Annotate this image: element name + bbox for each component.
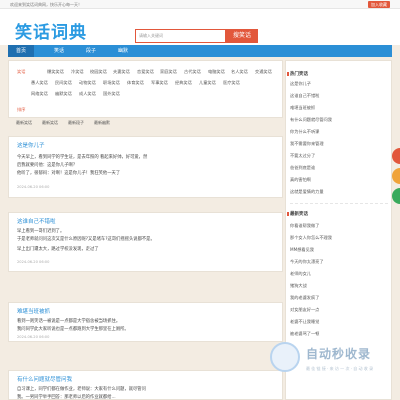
filter-item[interactable]: 医疗笑话 — [223, 80, 240, 86]
sidebar-link[interactable]: 爸爸到底是谁 — [290, 165, 315, 171]
joke-text: 今天早上，看到同学的学生证，是去年照的 看起来好帅，好可爱，然 — [17, 155, 148, 160]
filter-item[interactable]: 电脑笑话 — [208, 69, 225, 75]
sidebar-divider — [290, 203, 388, 204]
filter-item[interactable]: 成人笑话 — [79, 91, 96, 97]
joke-card: 这是你儿子 今天早上，看到同学的学生证，是去年照的 看起来好帅，好可爱，然 后我… — [8, 136, 283, 198]
filter-item[interactable]: 民间笑话 — [55, 80, 72, 86]
joke-meta: 2024-06-20 06:00 — [17, 260, 50, 264]
filter-item[interactable]: 校园笑话 — [90, 69, 107, 75]
joke-text: 我。一男同学举手回答：那老师以后的作业就都给... — [17, 395, 116, 400]
watermark: 自动秒收录 最 佳 链 接 · 来 访 一 次 · 自 动 收 录 — [270, 340, 390, 380]
sort-label: 排序 — [17, 107, 26, 112]
site-logo[interactable]: 笑话词典 — [15, 18, 87, 43]
filter-item[interactable]: 夫妻笑话 — [113, 69, 130, 75]
joke-card: 难堪当班被抓 看到一则笑话一被说是一点都是大学宿舍被当场抓住。 我问同学此大家听… — [8, 302, 283, 342]
sidebar-link[interactable]: 你为什么不听课 — [290, 129, 319, 135]
nav-tab-duanzi[interactable]: 段子 — [78, 45, 104, 57]
filter-item[interactable]: 古代笑话 — [184, 69, 201, 75]
joke-meta: 2024-06-20 06:00 — [17, 335, 50, 339]
sidebar-link[interactable]: 我不需要你来管理 — [290, 141, 324, 147]
sidebar-link[interactable]: 老师的女儿 — [290, 271, 311, 277]
sidebar-link[interactable]: 你看谁帮我做了 — [290, 223, 319, 229]
sidebar-link[interactable]: 猪狗大战 — [290, 283, 307, 289]
sidebar-link[interactable]: 那个女人你怎么不理我 — [290, 235, 332, 241]
filter-item[interactable]: 家庭笑话 — [160, 69, 177, 75]
sidebar-link[interactable]: 被老婆骂了一顿 — [290, 331, 319, 337]
filter-item[interactable]: 冷笑话 — [71, 69, 84, 75]
filter-item[interactable]: 动物笑话 — [79, 80, 96, 86]
filter-item[interactable]: 军事笑话 — [151, 80, 168, 86]
filter-item[interactable]: 愚人笑话 — [31, 80, 48, 86]
sidebar-link[interactable]: 这就是爱情的力量 — [290, 189, 324, 195]
qq-share-icon[interactable] — [392, 168, 400, 184]
top-bar: 欢迎来到笑话词典网，快乐开心每一天！ 加入收藏 — [0, 0, 400, 9]
sort-item[interactable]: 最新段子 — [68, 120, 84, 126]
search-button[interactable]: 搜笑话 — [226, 29, 258, 43]
joke-title[interactable]: 这是你儿子 — [17, 141, 45, 149]
filter-item[interactable]: 儿童笑话 — [199, 80, 216, 86]
nav-tab-home[interactable]: 首页 — [8, 45, 34, 57]
filter-item[interactable]: 名人笑话 — [231, 69, 248, 75]
sort-item[interactable]: 最新笑话 — [42, 120, 58, 126]
watermark-subtext: 最 佳 链 接 · 来 访 一 次 · 自 动 收 录 — [306, 366, 374, 371]
filter-item[interactable]: 交通笑话 — [255, 69, 272, 75]
filter-item[interactable]: 恋爱笑话 — [137, 69, 154, 75]
welcome-text: 欢迎来到笑话词典网，快乐开心每一天！ — [10, 2, 82, 7]
sidebar-link[interactable]: 这谁自己不错啦 — [290, 93, 319, 99]
category-filter-box: 笑话 爆笑笑话 冷笑话 校园笑话 夫妻笑话 恋爱笑话 家庭笑话 古代笑话 电脑笑… — [8, 60, 283, 118]
joke-title[interactable]: 这谁自己不错啦 — [17, 217, 56, 225]
main-nav: 首页 笑话 段子 幽默 — [8, 45, 392, 57]
sidebar-link[interactable]: 我的老婆发疯了 — [290, 295, 319, 301]
new-jokes-heading: 最新笑话 — [287, 212, 308, 217]
joke-title[interactable]: 有什么问题就尽管问我 — [17, 375, 72, 383]
sidebar-link[interactable]: 这是你儿子 — [290, 81, 311, 87]
sidebar-link[interactable]: 有什么问题就尽管问我 — [290, 117, 332, 123]
sort-item[interactable]: 最新笑话 — [16, 120, 32, 126]
joke-text: 我问同学此大家听说也是一点都跑到大学生那里在上厕所。 — [17, 327, 129, 332]
sort-item[interactable]: 最新幽默 — [94, 120, 110, 126]
joke-text: 后我就要问他：这是你儿子啊？ — [17, 163, 78, 168]
watermark-logo-icon — [270, 342, 300, 372]
filter-item[interactable]: 网络笑话 — [31, 91, 48, 97]
filter-item[interactable]: 幽默笑话 — [55, 91, 72, 97]
sidebar-link[interactable]: MM想看见我 — [290, 247, 314, 253]
joke-text: 自习课上，同学们都在做作业，老师说：大家有什么问题，就尽管问 — [17, 387, 146, 392]
joke-meta: 2024-06-20 06:00 — [17, 185, 50, 189]
weibo-share-icon[interactable] — [392, 148, 400, 164]
site-header: 笑话词典 请输入关键词 搜笑话 — [0, 9, 400, 45]
filter-item[interactable]: 体育笑话 — [127, 80, 144, 86]
add-favorite-button[interactable]: 加入收藏 — [368, 1, 390, 8]
joke-text: 早上出门遭太大，路过学校没发现，走过了 — [17, 247, 99, 252]
filter-item[interactable]: 爆笑笑话 — [47, 69, 64, 75]
sidebar-link[interactable]: 对女朋友好一点 — [290, 307, 319, 313]
watermark-text: 自动秒收录 — [306, 347, 372, 361]
hot-jokes-heading: 热门笑话 — [287, 72, 308, 77]
sort-bar: 最新笑话 最新笑话 最新段子 最新幽默 — [8, 120, 283, 128]
nav-tab-jokes[interactable]: 笑话 — [46, 45, 72, 57]
sidebar-link[interactable]: 不要太过分了 — [290, 153, 315, 159]
filter-item[interactable]: 经典笑话 — [175, 80, 192, 86]
joke-title[interactable]: 难堪当班被抓 — [17, 307, 50, 315]
sidebar-link[interactable]: 今天的你太漂亮了 — [290, 259, 324, 265]
wechat-share-icon[interactable] — [392, 188, 400, 204]
nav-tab-humor[interactable]: 幽默 — [110, 45, 136, 57]
joke-card: 有什么问题就尽管问我 自习课上，同学们都在做作业，老师说：大家有什么问题，就尽管… — [8, 370, 283, 400]
filter-item[interactable]: 国外笑话 — [103, 91, 120, 97]
sidebar-link[interactable]: 难堪当班被抓 — [290, 105, 315, 111]
search-input[interactable]: 请输入关键词 — [135, 29, 226, 43]
joke-text: 他听了，很郁闷：对啊！这是你儿子！我狂笑他一天了 — [17, 171, 121, 176]
sidebar-link[interactable]: 真的害怕啊 — [290, 177, 311, 183]
filter-label: 笑话 — [17, 69, 26, 74]
filter-item[interactable]: 职场笑话 — [103, 80, 120, 86]
joke-text: 看到一则笑话一被说是一点都是大学宿舍被当场抓住。 — [17, 319, 121, 324]
joke-card: 这谁自己不错啦 早上看到一哥们迟到了。 于是老师就问问这次又是什么原因呢?又是堵… — [8, 212, 283, 272]
joke-text: 于是老师就问问这次又是什么原因呢?又是堵车?这哥们摇摇头说都不是。 — [17, 237, 155, 242]
sidebar-link[interactable]: 老婆不让我睡觉 — [290, 319, 319, 325]
joke-text: 早上看到一哥们迟到了。 — [17, 229, 65, 234]
